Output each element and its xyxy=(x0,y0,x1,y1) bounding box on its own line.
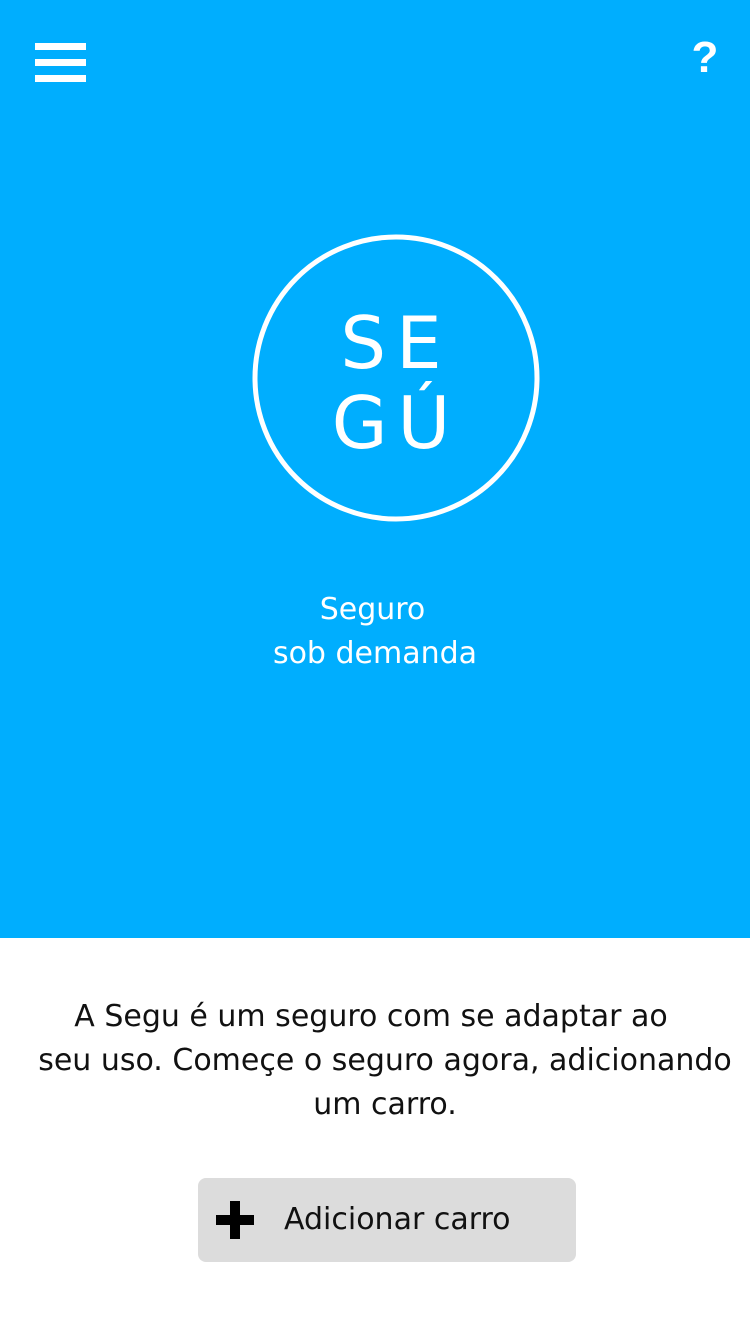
description-line3: um carro. xyxy=(313,1087,457,1122)
logo-text-line2: GÚ xyxy=(332,381,461,465)
description-line1: A Segu é um seguro com se adaptar ao xyxy=(74,999,668,1034)
description-line2: seu uso. Começe o seguro agora, adiciona… xyxy=(38,1043,732,1078)
tagline-line1: Seguro xyxy=(319,592,426,627)
segu-logo-mark: SE GÚ xyxy=(252,234,540,522)
segu-logo: SE GÚ xyxy=(251,233,541,523)
intro-description: A Segu é um seguro com se adaptar ao seu… xyxy=(25,995,745,1127)
logo-text-line1: SE xyxy=(340,301,451,385)
menu-bar-top xyxy=(35,43,86,50)
plus-icon xyxy=(216,1201,254,1239)
menu-bar-bottom xyxy=(35,75,86,82)
hamburger-menu-icon[interactable] xyxy=(35,43,87,83)
tagline-line2: sob demanda xyxy=(272,636,478,671)
add-car-button[interactable]: Adicionar carro xyxy=(198,1178,576,1262)
tagline: Seguro sob demanda xyxy=(0,588,750,676)
help-button[interactable]: ? xyxy=(685,30,725,86)
hero-section: ? SE GÚ Seguro sob demanda xyxy=(0,0,750,938)
add-car-label: Adicionar carro xyxy=(284,1202,511,1237)
menu-bar-middle xyxy=(35,59,86,66)
